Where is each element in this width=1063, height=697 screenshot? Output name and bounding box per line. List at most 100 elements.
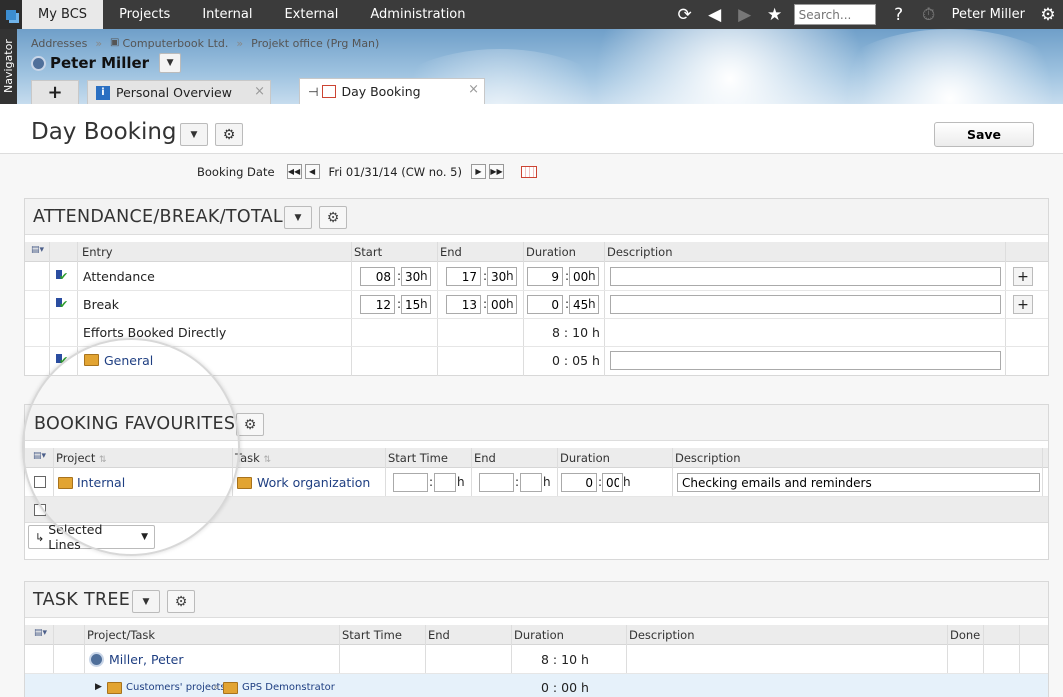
panel-menu-dropdown[interactable]: ▼ [284,206,312,229]
duration-hours-input[interactable] [561,473,597,492]
star-icon[interactable]: ★ [760,0,790,29]
breadcrumb: Addresses » ▣ Computerbook Ltd. » Projek… [31,37,379,50]
add-row-button[interactable]: + [1013,295,1033,314]
selected-lines-dropdown[interactable]: ↳ Selected Lines ▼ [28,522,155,552]
end-minutes-input[interactable] [520,473,542,492]
breadcrumb-project-office[interactable]: Projekt office (Prg Man) [251,37,379,50]
panel-settings-gear-icon[interactable]: ⚙ [167,590,195,613]
entry-label: Efforts Booked Directly [83,325,227,340]
column-header-description[interactable]: Description [607,245,673,259]
column-header-description[interactable]: Description [675,451,741,465]
project-link-internal[interactable]: Internal [77,475,125,490]
column-header-duration[interactable]: Duration [560,451,610,465]
prev-date-button[interactable]: ◀ [304,164,320,179]
duration-minutes-input[interactable] [602,473,623,492]
expand-arrow-icon[interactable]: ▶ [95,682,102,692]
menu-tab-internal[interactable]: Internal [186,0,268,29]
panel-settings-gear-icon[interactable]: ⚙ [319,206,347,229]
tab-day-booking[interactable]: ⊣ Day Booking × [299,78,485,104]
page-content: Day Booking ▼ ⚙ Save Booking Date ◀◀ ◀ F… [0,104,1063,697]
end-hours-input[interactable] [446,295,481,314]
search-input[interactable] [793,4,876,25]
description-input[interactable] [677,473,1040,492]
menu-tab-administration[interactable]: Administration [354,0,481,29]
close-icon[interactable]: × [254,84,265,99]
column-header-start-time[interactable]: Start Time [342,628,402,642]
menu-tab-my-bcs[interactable]: My BCS [22,0,104,29]
start-hours-input[interactable] [360,295,395,314]
unit-label: h [588,269,596,283]
select-all-checkbox[interactable] [34,504,46,516]
column-header-end[interactable]: End [440,245,462,259]
column-header-end[interactable]: End [474,451,496,465]
add-tab-button[interactable]: + [31,80,79,104]
column-header-duration[interactable]: Duration [514,628,564,642]
page-menu-dropdown[interactable]: ▼ [180,123,208,146]
task-link-work-organization[interactable]: Work organization [257,475,370,490]
breadcrumb-addresses[interactable]: Addresses [31,37,87,50]
help-icon[interactable]: ? [884,0,914,29]
panel-menu-dropdown[interactable]: ▼ [132,590,160,613]
save-button[interactable]: Save [934,122,1034,147]
column-settings-icon[interactable]: ▤▾ [34,628,48,640]
forward-icon[interactable]: ▶ [730,0,760,29]
tree-path-customers-projects[interactable]: Customers' projects [126,682,226,693]
description-input[interactable] [610,295,1001,314]
last-date-button[interactable]: ▶▶ [489,164,504,179]
gear-icon[interactable]: ⚙ [1033,0,1063,29]
pin-icon[interactable]: ⊣ [308,85,318,99]
person-menu-dropdown[interactable]: ▼ [159,53,182,73]
current-user[interactable]: Peter Miller [944,7,1033,22]
table-summary-row [25,497,1048,523]
panel-settings-gear-icon[interactable]: ⚙ [236,413,264,436]
add-row-button[interactable]: + [1013,267,1033,286]
menu-tab-projects[interactable]: Projects [103,0,186,29]
calendar-icon[interactable] [521,165,537,178]
attendance-panel: ATTENDANCE/BREAK/TOTAL ▼ ⚙ ▤▾ Entry Star… [24,198,1049,376]
refresh-icon[interactable]: ⟳ [670,0,700,29]
tree-path-gps-demonstrator[interactable]: GPS Demonstrator [242,682,335,693]
column-header-project[interactable]: Project ⇅ [56,451,107,465]
column-header-entry[interactable]: Entry [82,245,113,259]
first-date-button[interactable]: ◀◀ [286,164,302,179]
column-header-start[interactable]: Start [354,245,382,259]
column-settings-icon[interactable]: ▤▾ [33,451,47,463]
entry-link-general[interactable]: General [104,353,153,368]
booking-date-bar: Booking Date ◀◀ ◀ Fri 01/31/14 (CW no. 5… [197,164,537,179]
duration-hours-input[interactable] [527,295,563,314]
column-header-description[interactable]: Description [629,628,695,642]
unit-label: h [623,475,631,489]
column-header-start-time[interactable]: Start Time [388,451,448,465]
column-header-task[interactable]: Task ⇅ [235,451,271,465]
menu-tab-external[interactable]: External [268,0,354,29]
column-header-done[interactable]: Done [950,628,980,642]
end-hours-input[interactable] [479,473,514,492]
column-header-duration[interactable]: Duration [526,245,576,259]
duration-value: 0 : 05 h [552,353,600,368]
description-input[interactable] [610,267,1001,286]
entry-label: Attendance [83,269,155,284]
page-settings-gear-icon[interactable]: ⚙ [215,123,243,146]
stopwatch-icon[interactable]: ⏱ [914,0,944,29]
column-header-end[interactable]: End [428,628,450,642]
back-icon[interactable]: ◀ [700,0,730,29]
end-hours-input[interactable] [446,267,481,286]
building-icon: ▣ [110,37,120,48]
unit-label: h [420,269,428,283]
next-date-button[interactable]: ▶ [471,164,486,179]
duration-hours-input[interactable] [527,267,563,286]
tab-personal-overview[interactable]: i Personal Overview × [87,80,271,104]
path-separator: » [213,682,220,693]
row-select-checkbox[interactable] [34,476,46,488]
navigator-toggle[interactable]: Navigator [0,29,17,104]
breadcrumb-company[interactable]: Computerbook Ltd. [123,37,229,50]
tree-item-miller-peter[interactable]: Miller, Peter [109,652,184,667]
duration-value: 0 : 00 h [541,680,589,695]
column-header-project-task[interactable]: Project/Task [87,628,155,642]
close-icon[interactable]: × [468,82,479,97]
description-input[interactable] [610,351,1001,370]
start-minutes-input[interactable] [434,473,456,492]
start-hours-input[interactable] [360,267,395,286]
start-hours-input[interactable] [393,473,428,492]
column-settings-icon[interactable]: ▤▾ [31,245,45,257]
